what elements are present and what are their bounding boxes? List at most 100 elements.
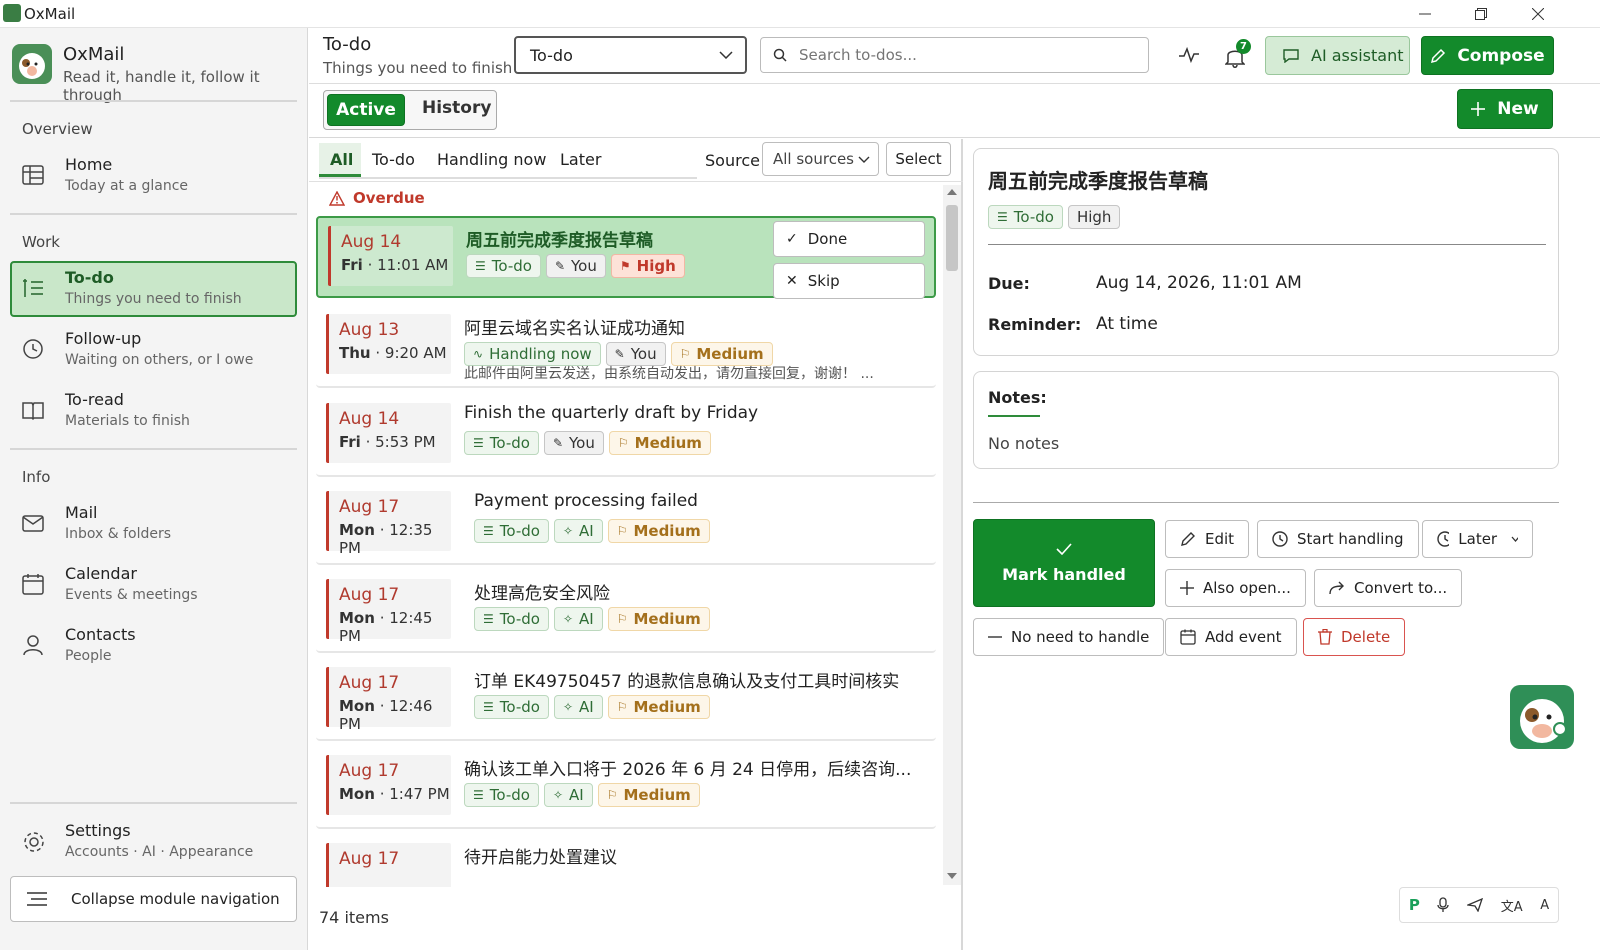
tag-label: To-do	[499, 522, 540, 540]
done-button[interactable]: ✓ Done	[773, 221, 925, 257]
due-date-box: Aug 17	[326, 843, 451, 887]
filter-tabs: All To-do Handling now Later	[319, 143, 697, 179]
delete-button[interactable]: Delete	[1303, 618, 1406, 656]
close-window-button[interactable]	[1513, 0, 1563, 28]
due-date-box: Aug 17 Mon · 12:46 PM	[326, 667, 451, 733]
sidebar-item-home[interactable]: Home Today at a glance	[10, 148, 297, 204]
select-button[interactable]: Select	[886, 142, 951, 176]
med-icon: ⚐	[606, 788, 618, 802]
filter-tab-all[interactable]: All	[319, 143, 361, 177]
also-open-button[interactable]: Also open...	[1165, 569, 1306, 607]
app-tagline: Read it, handle it, follow it through	[63, 68, 260, 104]
sidebar-item-sublabel: Events & meetings	[65, 587, 198, 603]
search-field[interactable]	[760, 37, 1149, 73]
microphone-icon[interactable]	[1437, 897, 1450, 913]
send-icon[interactable]	[1467, 898, 1484, 912]
sidebar-item-settings[interactable]: Settings Accounts · AI · Appearance	[10, 814, 297, 870]
tag-label: AI	[579, 522, 594, 540]
handling-icon: ∿	[473, 347, 484, 361]
add-event-button[interactable]: Add event	[1165, 618, 1297, 656]
med-icon: ⚐	[616, 612, 628, 626]
divider	[309, 181, 963, 182]
skip-button[interactable]: ✕ Skip	[773, 263, 925, 299]
sidebar-item-label: Mail	[65, 503, 98, 522]
scrollbar-thumb[interactable]	[946, 205, 958, 271]
convert-to-label: Convert to...	[1354, 579, 1448, 597]
due-day-time: Mon · 12:45 PM	[339, 609, 451, 645]
source-select-value: All sources	[773, 150, 854, 168]
sidebar-item-to-read[interactable]: To-read Materials to finish	[10, 383, 297, 439]
notifications-button[interactable]: 7	[1225, 39, 1253, 70]
due-value: Aug 14, 2026, 11:01 AM	[1096, 273, 1302, 293]
plus-icon	[1471, 102, 1486, 116]
todo-card[interactable]: Aug 17 Mon · 12:35 PM Payment processing f…	[316, 483, 936, 565]
activity-button[interactable]	[1179, 46, 1199, 64]
todo-card[interactable]: Aug 17 待开启能力处置建议	[316, 835, 936, 887]
start-handling-button[interactable]: Start handling	[1257, 520, 1419, 558]
filter-tab-handling-now[interactable]: Handling now	[437, 150, 546, 169]
sidebar-item-sublabel: Waiting on others, or I owe	[65, 352, 254, 368]
due-time: 5:53 PM	[375, 433, 436, 451]
minimize-button[interactable]	[1400, 0, 1450, 28]
todo-card[interactable]: Aug 17 Mon · 12:46 PM 订单 EK49750457 的退款信息确…	[316, 659, 936, 741]
scroll-down-icon	[947, 873, 957, 879]
compose-button[interactable]: Compose	[1421, 36, 1554, 75]
tag-ai: ✧ AI	[553, 695, 603, 719]
tag-high: ⚑ High	[610, 254, 685, 278]
todo-card[interactable]: Aug 17 Mon · 1:47 PM 确认该工单入口将于 2026 年 6 月 …	[316, 747, 936, 829]
tag-label: To-do	[489, 434, 530, 452]
sidebar-item-follow-up[interactable]: Follow-up Waiting on others, or I owe	[10, 322, 297, 378]
filter-tab-todo[interactable]: To-do	[372, 150, 415, 169]
due-weekday: Mon	[339, 609, 375, 627]
tag-label: You	[571, 257, 597, 275]
todo-tags: ☰ To-do ✎ You ⚑ High	[466, 254, 690, 278]
search-icon	[773, 48, 787, 62]
todo-card-selected[interactable]: Aug 14 Fri · 11:01 AM 周五前完成季度报告草稿 ☰ To-do ✎ Yo…	[316, 216, 936, 299]
section-overview: Overview	[22, 120, 93, 138]
todo-card[interactable]: Aug 14 Fri · 5:53 PM Finish the quarterly …	[316, 395, 936, 477]
clock-icon	[1437, 531, 1450, 547]
tag-ai: ✧ AI	[553, 519, 603, 543]
ai-text-icon[interactable]: A	[1540, 898, 1549, 913]
detail-title: 周五前完成季度报告草稿	[988, 169, 1208, 193]
source-select[interactable]: All sources	[762, 142, 879, 176]
no-need-to-handle-button[interactable]: No need to handle	[973, 618, 1165, 656]
sidebar-item-mail[interactable]: Mail Inbox & folders	[10, 496, 297, 552]
med-icon: ⚐	[679, 347, 691, 361]
sidebar-item-label: Settings	[65, 821, 131, 840]
list-scrollbar[interactable]	[943, 185, 961, 885]
active-tab[interactable]: Active	[327, 94, 405, 126]
view-select[interactable]: To-do	[514, 36, 747, 74]
todo-card[interactable]: Aug 17 Mon · 12:45 PM 处理高危安全风险 ☰ To-do ✧ AI ⚐ Me…	[316, 571, 936, 653]
filter-tab-later[interactable]: Later	[560, 150, 601, 169]
search-input[interactable]	[799, 46, 1129, 64]
high-icon: ⚑	[619, 259, 631, 273]
sidebar-item-label: To-read	[65, 390, 124, 409]
sidebar-item-todo[interactable]: To-do Things you need to finish	[10, 261, 297, 317]
tag-todo: ☰ To-do	[464, 431, 539, 455]
sidebar-item-contacts[interactable]: Contacts People	[10, 618, 297, 674]
ai-icon: ✧	[562, 700, 574, 714]
todo-card[interactable]: Aug 13 Thu · 9:20 AM 阿里云域名实名认证成功通知 ∿ Handlin…	[316, 306, 936, 388]
history-tab[interactable]: History	[422, 98, 491, 118]
mascot-assistant-button[interactable]	[1510, 685, 1574, 749]
translate-icon[interactable]: 文A	[1501, 896, 1523, 915]
edit-button[interactable]: Edit	[1165, 520, 1250, 558]
tag-label: Medium	[696, 345, 764, 363]
tag-priority: High	[1067, 205, 1121, 229]
sidebar-item-calendar[interactable]: Calendar Events & meetings	[10, 557, 297, 613]
ai-assistant-button[interactable]: AI assistant	[1265, 36, 1410, 75]
sidebar-item-label: Contacts	[65, 625, 136, 644]
person-icon	[23, 635, 43, 656]
collapse-navigation-button[interactable]: Collapse module navigation	[10, 876, 297, 922]
separator: ·	[374, 521, 390, 539]
convert-to-button[interactable]: Convert to...	[1314, 569, 1463, 607]
due-day-time: Mon · 12:46 PM	[339, 697, 451, 733]
later-dropdown-button[interactable]: Later	[1422, 520, 1533, 558]
restore-button[interactable]	[1456, 0, 1506, 28]
input-method-icon[interactable]: P	[1409, 896, 1420, 914]
mark-handled-button[interactable]: Mark handled	[973, 519, 1155, 607]
new-button[interactable]: New	[1457, 89, 1553, 129]
due-date-box: Aug 13 Thu · 9:20 AM	[326, 314, 451, 374]
sidebar-item-sublabel: Materials to finish	[65, 413, 190, 429]
